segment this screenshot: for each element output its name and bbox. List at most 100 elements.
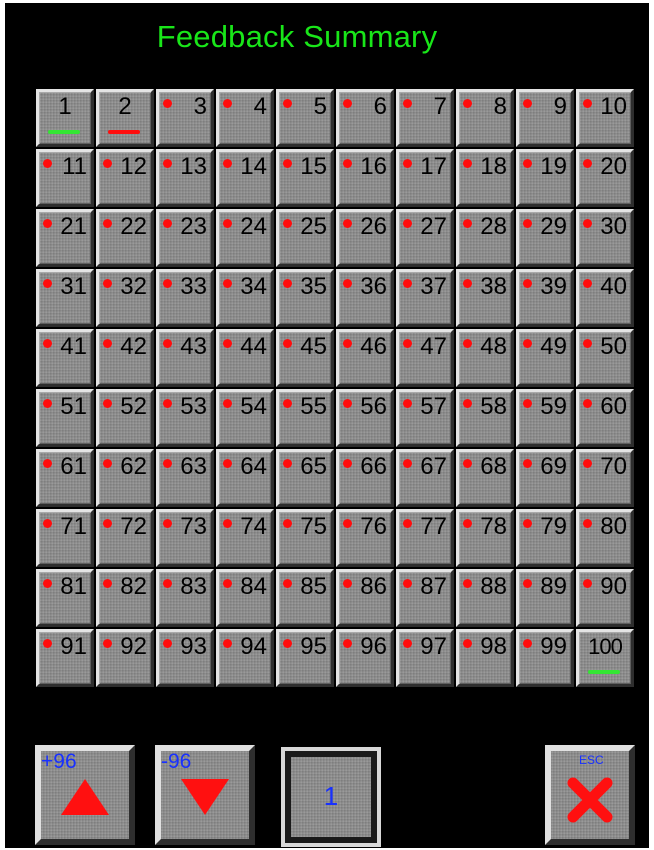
- feedback-button-73[interactable]: 73: [156, 509, 214, 567]
- feedback-button-61[interactable]: 61: [36, 449, 94, 507]
- feedback-button-8[interactable]: 8: [456, 89, 514, 147]
- feedback-button-23[interactable]: 23: [156, 209, 214, 267]
- feedback-button-2[interactable]: 2: [96, 89, 154, 147]
- feedback-button-18[interactable]: 18: [456, 149, 514, 207]
- feedback-button-16[interactable]: 16: [336, 149, 394, 207]
- feedback-button-5[interactable]: 5: [276, 89, 334, 147]
- feedback-button-19[interactable]: 19: [516, 149, 574, 207]
- feedback-button-36[interactable]: 36: [336, 269, 394, 327]
- feedback-button-24[interactable]: 24: [216, 209, 274, 267]
- feedback-button-3[interactable]: 3: [156, 89, 214, 147]
- feedback-button-25[interactable]: 25: [276, 209, 334, 267]
- feedback-button-83[interactable]: 83: [156, 569, 214, 627]
- feedback-button-89[interactable]: 89: [516, 569, 574, 627]
- feedback-button-51[interactable]: 51: [36, 389, 94, 447]
- feedback-button-15[interactable]: 15: [276, 149, 334, 207]
- feedback-button-98[interactable]: 98: [456, 629, 514, 687]
- feedback-button-53[interactable]: 53: [156, 389, 214, 447]
- feedback-button-17[interactable]: 17: [396, 149, 454, 207]
- feedback-button-63[interactable]: 63: [156, 449, 214, 507]
- feedback-button-72[interactable]: 72: [96, 509, 154, 567]
- feedback-button-28[interactable]: 28: [456, 209, 514, 267]
- feedback-button-21[interactable]: 21: [36, 209, 94, 267]
- feedback-button-31[interactable]: 31: [36, 269, 94, 327]
- feedback-button-34[interactable]: 34: [216, 269, 274, 327]
- feedback-button-78[interactable]: 78: [456, 509, 514, 567]
- feedback-button-76[interactable]: 76: [336, 509, 394, 567]
- feedback-button-95[interactable]: 95: [276, 629, 334, 687]
- feedback-button-77[interactable]: 77: [396, 509, 454, 567]
- feedback-button-30[interactable]: 30: [576, 209, 634, 267]
- feedback-button-64[interactable]: 64: [216, 449, 274, 507]
- feedback-button-93[interactable]: 93: [156, 629, 214, 687]
- feedback-button-57[interactable]: 57: [396, 389, 454, 447]
- feedback-button-67[interactable]: 67: [396, 449, 454, 507]
- feedback-button-43[interactable]: 43: [156, 329, 214, 387]
- feedback-button-88[interactable]: 88: [456, 569, 514, 627]
- feedback-button-20[interactable]: 20: [576, 149, 634, 207]
- feedback-button-12[interactable]: 12: [96, 149, 154, 207]
- feedback-button-79[interactable]: 79: [516, 509, 574, 567]
- feedback-button-47[interactable]: 47: [396, 329, 454, 387]
- feedback-button-45[interactable]: 45: [276, 329, 334, 387]
- feedback-button-13[interactable]: 13: [156, 149, 214, 207]
- feedback-button-82[interactable]: 82: [96, 569, 154, 627]
- feedback-button-65[interactable]: 65: [276, 449, 334, 507]
- feedback-button-6[interactable]: 6: [336, 89, 394, 147]
- feedback-button-38[interactable]: 38: [456, 269, 514, 327]
- feedback-button-96[interactable]: 96: [336, 629, 394, 687]
- feedback-button-55[interactable]: 55: [276, 389, 334, 447]
- feedback-button-62[interactable]: 62: [96, 449, 154, 507]
- feedback-button-49[interactable]: 49: [516, 329, 574, 387]
- feedback-button-29[interactable]: 29: [516, 209, 574, 267]
- feedback-button-35[interactable]: 35: [276, 269, 334, 327]
- feedback-button-85[interactable]: 85: [276, 569, 334, 627]
- feedback-button-54[interactable]: 54: [216, 389, 274, 447]
- feedback-button-41[interactable]: 41: [36, 329, 94, 387]
- feedback-button-22[interactable]: 22: [96, 209, 154, 267]
- feedback-button-56[interactable]: 56: [336, 389, 394, 447]
- feedback-button-84[interactable]: 84: [216, 569, 274, 627]
- feedback-button-40[interactable]: 40: [576, 269, 634, 327]
- feedback-button-7[interactable]: 7: [396, 89, 454, 147]
- feedback-button-81[interactable]: 81: [36, 569, 94, 627]
- feedback-button-50[interactable]: 50: [576, 329, 634, 387]
- feedback-button-1[interactable]: 1: [36, 89, 94, 147]
- feedback-button-42[interactable]: 42: [96, 329, 154, 387]
- feedback-button-4[interactable]: 4: [216, 89, 274, 147]
- feedback-button-60[interactable]: 60: [576, 389, 634, 447]
- feedback-button-75[interactable]: 75: [276, 509, 334, 567]
- feedback-button-86[interactable]: 86: [336, 569, 394, 627]
- feedback-button-87[interactable]: 87: [396, 569, 454, 627]
- feedback-button-32[interactable]: 32: [96, 269, 154, 327]
- feedback-button-11[interactable]: 11: [36, 149, 94, 207]
- feedback-button-44[interactable]: 44: [216, 329, 274, 387]
- feedback-button-58[interactable]: 58: [456, 389, 514, 447]
- feedback-button-70[interactable]: 70: [576, 449, 634, 507]
- feedback-button-90[interactable]: 90: [576, 569, 634, 627]
- esc-button[interactable]: ESC: [545, 745, 635, 845]
- feedback-button-97[interactable]: 97: [396, 629, 454, 687]
- feedback-button-46[interactable]: 46: [336, 329, 394, 387]
- feedback-button-68[interactable]: 68: [456, 449, 514, 507]
- page-up-button[interactable]: +96: [35, 745, 135, 845]
- page-down-button[interactable]: -96: [155, 745, 255, 845]
- feedback-button-100[interactable]: 100: [576, 629, 634, 687]
- feedback-button-74[interactable]: 74: [216, 509, 274, 567]
- feedback-button-37[interactable]: 37: [396, 269, 454, 327]
- feedback-button-14[interactable]: 14: [216, 149, 274, 207]
- feedback-button-80[interactable]: 80: [576, 509, 634, 567]
- feedback-button-94[interactable]: 94: [216, 629, 274, 687]
- feedback-button-9[interactable]: 9: [516, 89, 574, 147]
- feedback-button-92[interactable]: 92: [96, 629, 154, 687]
- feedback-button-48[interactable]: 48: [456, 329, 514, 387]
- feedback-button-69[interactable]: 69: [516, 449, 574, 507]
- feedback-button-26[interactable]: 26: [336, 209, 394, 267]
- feedback-button-39[interactable]: 39: [516, 269, 574, 327]
- feedback-button-59[interactable]: 59: [516, 389, 574, 447]
- feedback-button-27[interactable]: 27: [396, 209, 454, 267]
- feedback-button-91[interactable]: 91: [36, 629, 94, 687]
- feedback-button-33[interactable]: 33: [156, 269, 214, 327]
- feedback-button-10[interactable]: 10: [576, 89, 634, 147]
- feedback-button-52[interactable]: 52: [96, 389, 154, 447]
